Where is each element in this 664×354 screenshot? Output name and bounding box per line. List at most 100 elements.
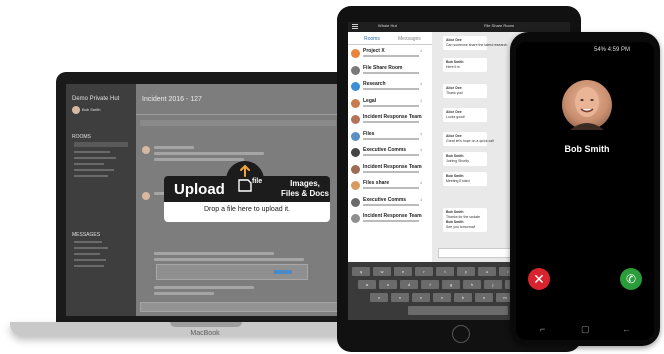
file-label: file xyxy=(252,178,263,185)
caller-avatar xyxy=(562,80,612,130)
room-item[interactable]: Incident Response Team 3 xyxy=(348,162,432,178)
room-item[interactable]: Project X 4 xyxy=(348,46,432,62)
sidebar-item-active[interactable] xyxy=(74,142,128,147)
menu-icon[interactable] xyxy=(352,24,358,25)
sidebar-item[interactable] xyxy=(74,241,102,243)
accept-call-button[interactable]: ✆ xyxy=(620,268,642,290)
key[interactable]: u xyxy=(478,267,496,276)
room-item[interactable]: Executive Comms 4 xyxy=(348,195,432,211)
key[interactable]: t xyxy=(436,267,454,276)
sidebar-item[interactable] xyxy=(74,259,106,261)
key[interactable]: s xyxy=(379,280,397,289)
upload-title: Upload xyxy=(174,181,225,198)
sidebar-item[interactable] xyxy=(74,169,114,171)
tab-rooms[interactable]: Rooms xyxy=(364,36,380,42)
key[interactable]: y xyxy=(457,267,475,276)
chat-message: Bob Smith Here it is xyxy=(443,58,487,72)
tab-messages[interactable]: Messages xyxy=(398,36,421,42)
message-line xyxy=(154,258,304,261)
message-line xyxy=(154,152,264,155)
room-preview xyxy=(363,55,419,57)
room-name: Files share xyxy=(363,180,390,186)
chat-message: Alice Dee Can someone share the latest re… xyxy=(443,36,507,50)
room-name: Executive Comms xyxy=(363,147,407,153)
home-nav-icon[interactable]: ▢ xyxy=(581,324,590,335)
decline-call-button[interactable]: ✕ xyxy=(528,268,550,290)
sidebar-item[interactable] xyxy=(74,253,100,255)
key[interactable]: q xyxy=(352,267,370,276)
chat-text: Great let's hope on a quick call xyxy=(446,139,494,143)
room-item[interactable]: Files share 4 xyxy=(348,178,432,194)
upload-overlay[interactable]: Upload file Images, Files & Docs Drop a … xyxy=(164,161,331,222)
laptop-notch xyxy=(170,322,242,327)
room-item[interactable]: Legal 4 xyxy=(348,96,432,112)
room-item[interactable]: Research 4 xyxy=(348,79,432,95)
team-name[interactable]: Demo Private Hut xyxy=(72,96,119,102)
key[interactable]: f xyxy=(421,280,439,289)
key[interactable]: a xyxy=(358,280,376,289)
key[interactable]: r xyxy=(415,267,433,276)
key[interactable]: d xyxy=(400,280,418,289)
chat-sender: Bob Smith xyxy=(446,60,464,64)
key[interactable]: n xyxy=(475,293,493,302)
chat-text: Can someone share the latest research xyxy=(446,43,508,47)
room-count: 4 xyxy=(420,114,423,119)
room-item[interactable]: Executive Comms 4 xyxy=(348,145,432,161)
chat-sender: Alice Dee xyxy=(446,110,462,114)
key[interactable]: b xyxy=(454,293,472,302)
sidebar-item[interactable] xyxy=(74,265,104,267)
room-item[interactable]: Incident Response Team 3 xyxy=(348,211,432,227)
chat-text: Thank you! xyxy=(446,91,464,95)
room-count: 3 xyxy=(420,163,423,169)
message-line xyxy=(154,252,274,255)
room-preview xyxy=(363,104,419,107)
room-avatar xyxy=(351,115,360,124)
message-avatar xyxy=(142,146,150,154)
sidebar-item[interactable] xyxy=(74,157,116,159)
room-count: 4 xyxy=(420,81,423,86)
chat-sender: Bob Smith xyxy=(446,154,464,158)
sidebar-item[interactable] xyxy=(74,247,108,249)
attachment-action[interactable] xyxy=(274,270,292,274)
back-nav-icon[interactable]: ← xyxy=(622,324,631,334)
room-name: Incident Response Team xyxy=(363,163,422,170)
key[interactable]: x xyxy=(391,293,409,302)
room-count: 4 xyxy=(420,196,423,202)
room-item[interactable]: Incident Response Team 4 xyxy=(348,112,432,128)
room-name: Incident Response Team xyxy=(363,213,422,219)
key[interactable]: c xyxy=(412,293,430,302)
key[interactable]: z xyxy=(370,293,388,302)
room-avatar xyxy=(351,131,360,141)
rooms-header: ROOMS xyxy=(72,134,91,140)
room-count: 3 xyxy=(420,213,423,218)
key[interactable]: e xyxy=(394,267,412,276)
room-avatar xyxy=(351,197,360,207)
chat-sender: Bob Smith xyxy=(446,220,464,224)
sidebar-item[interactable] xyxy=(74,151,110,153)
room-item[interactable]: Files 4 xyxy=(348,129,432,145)
sidebar-item[interactable] xyxy=(74,163,104,165)
room-avatar xyxy=(351,82,360,91)
message-input[interactable] xyxy=(140,302,340,312)
space-key[interactable] xyxy=(408,306,508,315)
room-item[interactable]: File Share Room xyxy=(348,63,432,79)
chat-text: Joining Shortly xyxy=(446,159,469,163)
key[interactable]: g xyxy=(442,280,460,289)
room-preview xyxy=(363,154,419,156)
room-count: 4 xyxy=(420,180,423,185)
recent-apps-icon[interactable]: ⌐ xyxy=(540,324,545,334)
room-avatar xyxy=(351,181,360,190)
key[interactable]: h xyxy=(463,280,481,289)
key[interactable]: w xyxy=(373,267,391,276)
room-name: File Share Room xyxy=(363,64,403,71)
home-button[interactable] xyxy=(452,325,470,343)
key[interactable]: j xyxy=(484,280,502,289)
chat-sender: Bob Smith xyxy=(446,210,464,214)
chat-message: Bob Smith See you tomorrow! xyxy=(443,218,487,232)
notice-bar xyxy=(140,120,336,126)
upload-subtitle-line2: Files & Docs xyxy=(280,189,329,198)
upload-subtitle: Images, Files & Docs xyxy=(279,179,331,199)
key[interactable]: v xyxy=(433,293,451,302)
room-count: 4 xyxy=(420,97,423,103)
sidebar-item[interactable] xyxy=(74,175,108,177)
